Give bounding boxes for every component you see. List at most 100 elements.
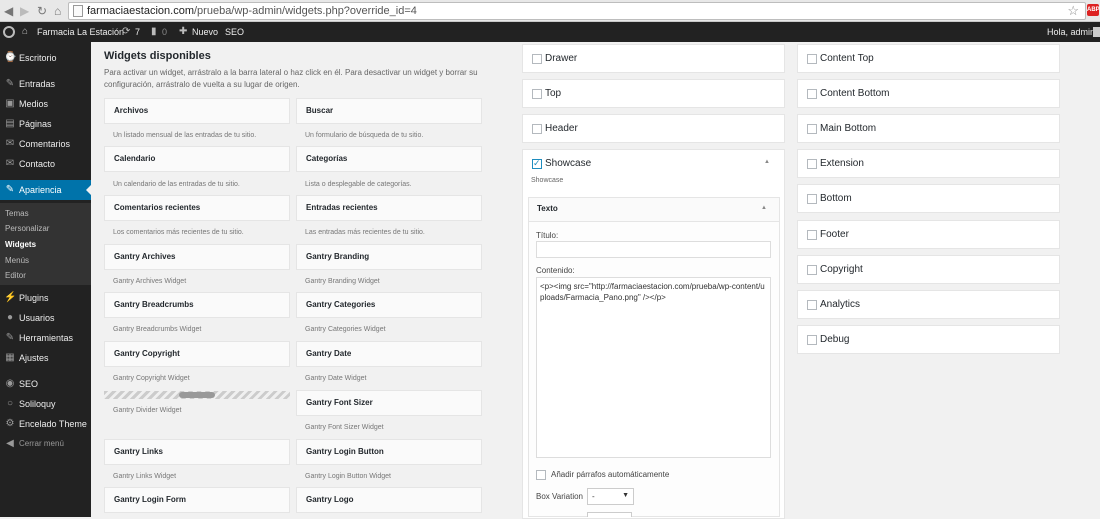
widget-gantry-breadcrumbs[interactable]: Gantry Breadcrumbs: [104, 292, 290, 318]
area-title[interactable]: Showcase: [545, 150, 591, 177]
widget-gantry-archives[interactable]: Gantry Archives: [104, 244, 290, 270]
updates-icon[interactable]: ⟳: [122, 22, 130, 42]
seo-link[interactable]: SEO: [225, 22, 244, 42]
widget-title: Categorías: [306, 154, 348, 163]
widget-gantry-links[interactable]: Gantry Links: [104, 439, 290, 465]
menu-ajustes[interactable]: ▦ Ajustes: [0, 348, 91, 368]
menu-comentarios[interactable]: ✉ Comentarios: [0, 134, 91, 154]
menu-herramientas[interactable]: ✎ Herramientas: [0, 328, 91, 348]
widget-gantry-login-button[interactable]: Gantry Login Button: [296, 439, 482, 465]
widget-gantry-copyright[interactable]: Gantry Copyright: [104, 341, 290, 367]
updates-count[interactable]: 7: [135, 22, 140, 42]
menu-collapse[interactable]: ◀ Cerrar menú: [0, 434, 91, 454]
area-checkbox[interactable]: [807, 335, 817, 345]
widget-entradas-recientes[interactable]: Entradas recientes: [296, 195, 482, 221]
area-header[interactable]: Header: [522, 114, 785, 143]
home-icon[interactable]: ⌂: [54, 3, 61, 19]
url-domain: farmaciaestacion.com: [87, 5, 194, 17]
menu-soliloquy[interactable]: ○ Soliloquy: [0, 394, 91, 414]
area-content-bottom[interactable]: Content Bottom: [797, 79, 1060, 108]
autop-checkbox[interactable]: [536, 470, 546, 480]
widget-description: Lista o desplegable de categorías.: [305, 181, 412, 188]
area-content-top[interactable]: Content Top: [797, 44, 1060, 73]
menu-usuarios[interactable]: ● Usuarios: [0, 308, 91, 328]
area-extension[interactable]: Extension: [797, 149, 1060, 178]
widget-gantry-font-sizer[interactable]: Gantry Font Sizer: [296, 390, 482, 416]
collapse-arrow-icon[interactable]: ▲: [761, 205, 767, 211]
wordpress-logo-icon[interactable]: [3, 26, 15, 38]
menu-plugins[interactable]: ⚡ Plugins: [0, 288, 91, 308]
widget-comentarios-recientes[interactable]: Comentarios recientes: [104, 195, 290, 221]
area-footer[interactable]: Footer: [797, 220, 1060, 249]
area-checkbox[interactable]: [807, 159, 817, 169]
menu-escritorio[interactable]: ⌚ Escritorio: [0, 48, 91, 68]
area-checkbox[interactable]: [807, 230, 817, 240]
area-checkbox[interactable]: [532, 54, 542, 64]
area-checkbox[interactable]: [807, 124, 817, 134]
text-widget-title: Texto: [537, 204, 558, 213]
area-checkbox[interactable]: [807, 89, 817, 99]
divider-drag-handle[interactable]: [179, 392, 215, 398]
greeting-link[interactable]: Hola, admin: [1047, 22, 1095, 42]
comments-count[interactable]: 0: [162, 22, 167, 42]
area-title: Content Top: [820, 53, 874, 64]
menu-apariencia[interactable]: ✎ Apariencia: [0, 180, 91, 200]
area-checkbox[interactable]: [532, 89, 542, 99]
menu-paginas[interactable]: ▤ Páginas: [0, 114, 91, 134]
content-textarea[interactable]: <p><img src="http://farmaciaestacion.com…: [536, 277, 771, 458]
area-main-bottom[interactable]: Main Bottom: [797, 114, 1060, 143]
menu-contacto[interactable]: ✉ Contacto: [0, 154, 91, 174]
menu-label: Entradas: [19, 79, 56, 89]
collapse-arrow-icon[interactable]: ▲: [764, 159, 770, 165]
back-arrow-icon[interactable]: ◀: [4, 3, 13, 19]
widget-title: Gantry Breadcrumbs: [114, 300, 194, 309]
address-bar[interactable]: farmaciaestacion.com/prueba/wp-admin/wid…: [68, 2, 1086, 20]
box-variation-select[interactable]: - ▼: [587, 488, 634, 505]
menu-medios[interactable]: ▣ Medios: [0, 94, 91, 114]
area-analytics[interactable]: Analytics: [797, 290, 1060, 319]
submenu-temas[interactable]: Temas: [5, 207, 29, 221]
area-bottom[interactable]: Bottom: [797, 184, 1060, 213]
area-checkbox[interactable]: [807, 300, 817, 310]
area-debug[interactable]: Debug: [797, 325, 1060, 354]
adblock-icon[interactable]: ABP: [1087, 4, 1100, 16]
area-drawer[interactable]: Drawer: [522, 44, 785, 73]
widget-buscar[interactable]: Buscar: [296, 98, 482, 124]
area-checkbox[interactable]: [807, 54, 817, 64]
bookmark-star-icon[interactable]: ☆: [1067, 3, 1079, 19]
reload-icon[interactable]: ↻: [37, 3, 47, 19]
new-link[interactable]: Nuevo: [192, 22, 218, 42]
widget-gantry-login-form[interactable]: Gantry Login Form: [104, 487, 290, 513]
submenu-menus[interactable]: Menús: [5, 254, 29, 268]
widget-categorias[interactable]: Categorías: [296, 146, 482, 172]
widget-gantry-logo[interactable]: Gantry Logo: [296, 487, 482, 513]
widget-gantry-categories[interactable]: Gantry Categories: [296, 292, 482, 318]
partial-field[interactable]: [587, 512, 632, 517]
area-checkbox[interactable]: [807, 265, 817, 275]
menu-entradas[interactable]: ✎ Entradas: [0, 74, 91, 94]
submenu-personalizar[interactable]: Personalizar: [5, 222, 49, 236]
menu-encelado-theme[interactable]: ⚙ Encelado Theme: [0, 414, 91, 434]
menu-label: Apariencia: [19, 185, 62, 195]
avatar[interactable]: [1093, 27, 1100, 37]
widget-gantry-branding[interactable]: Gantry Branding: [296, 244, 482, 270]
comments-icon[interactable]: ▮: [151, 22, 157, 42]
area-top[interactable]: Top: [522, 79, 785, 108]
area-copyright[interactable]: Copyright: [797, 255, 1060, 284]
menu-seo[interactable]: ◉ SEO: [0, 374, 91, 394]
submenu-widgets[interactable]: Widgets: [5, 238, 36, 252]
area-checkbox-checked[interactable]: [532, 158, 542, 169]
autop-label: Añadir párrafos automáticamente: [551, 470, 670, 479]
submenu-editor[interactable]: Editor: [5, 269, 26, 283]
widget-gantry-date[interactable]: Gantry Date: [296, 341, 482, 367]
area-checkbox[interactable]: [532, 124, 542, 134]
widget-calendario[interactable]: Calendario: [104, 146, 290, 172]
plus-icon[interactable]: ✚: [179, 22, 187, 42]
menu-label: SEO: [19, 379, 39, 389]
forward-arrow-icon[interactable]: ▶: [20, 3, 29, 19]
widget-archivos[interactable]: Archivos: [104, 98, 290, 124]
site-name-link[interactable]: Farmacia La Estación: [37, 22, 124, 42]
area-checkbox[interactable]: [807, 194, 817, 204]
title-input[interactable]: [536, 241, 771, 258]
text-widget-header[interactable]: Texto ▲: [529, 198, 779, 222]
